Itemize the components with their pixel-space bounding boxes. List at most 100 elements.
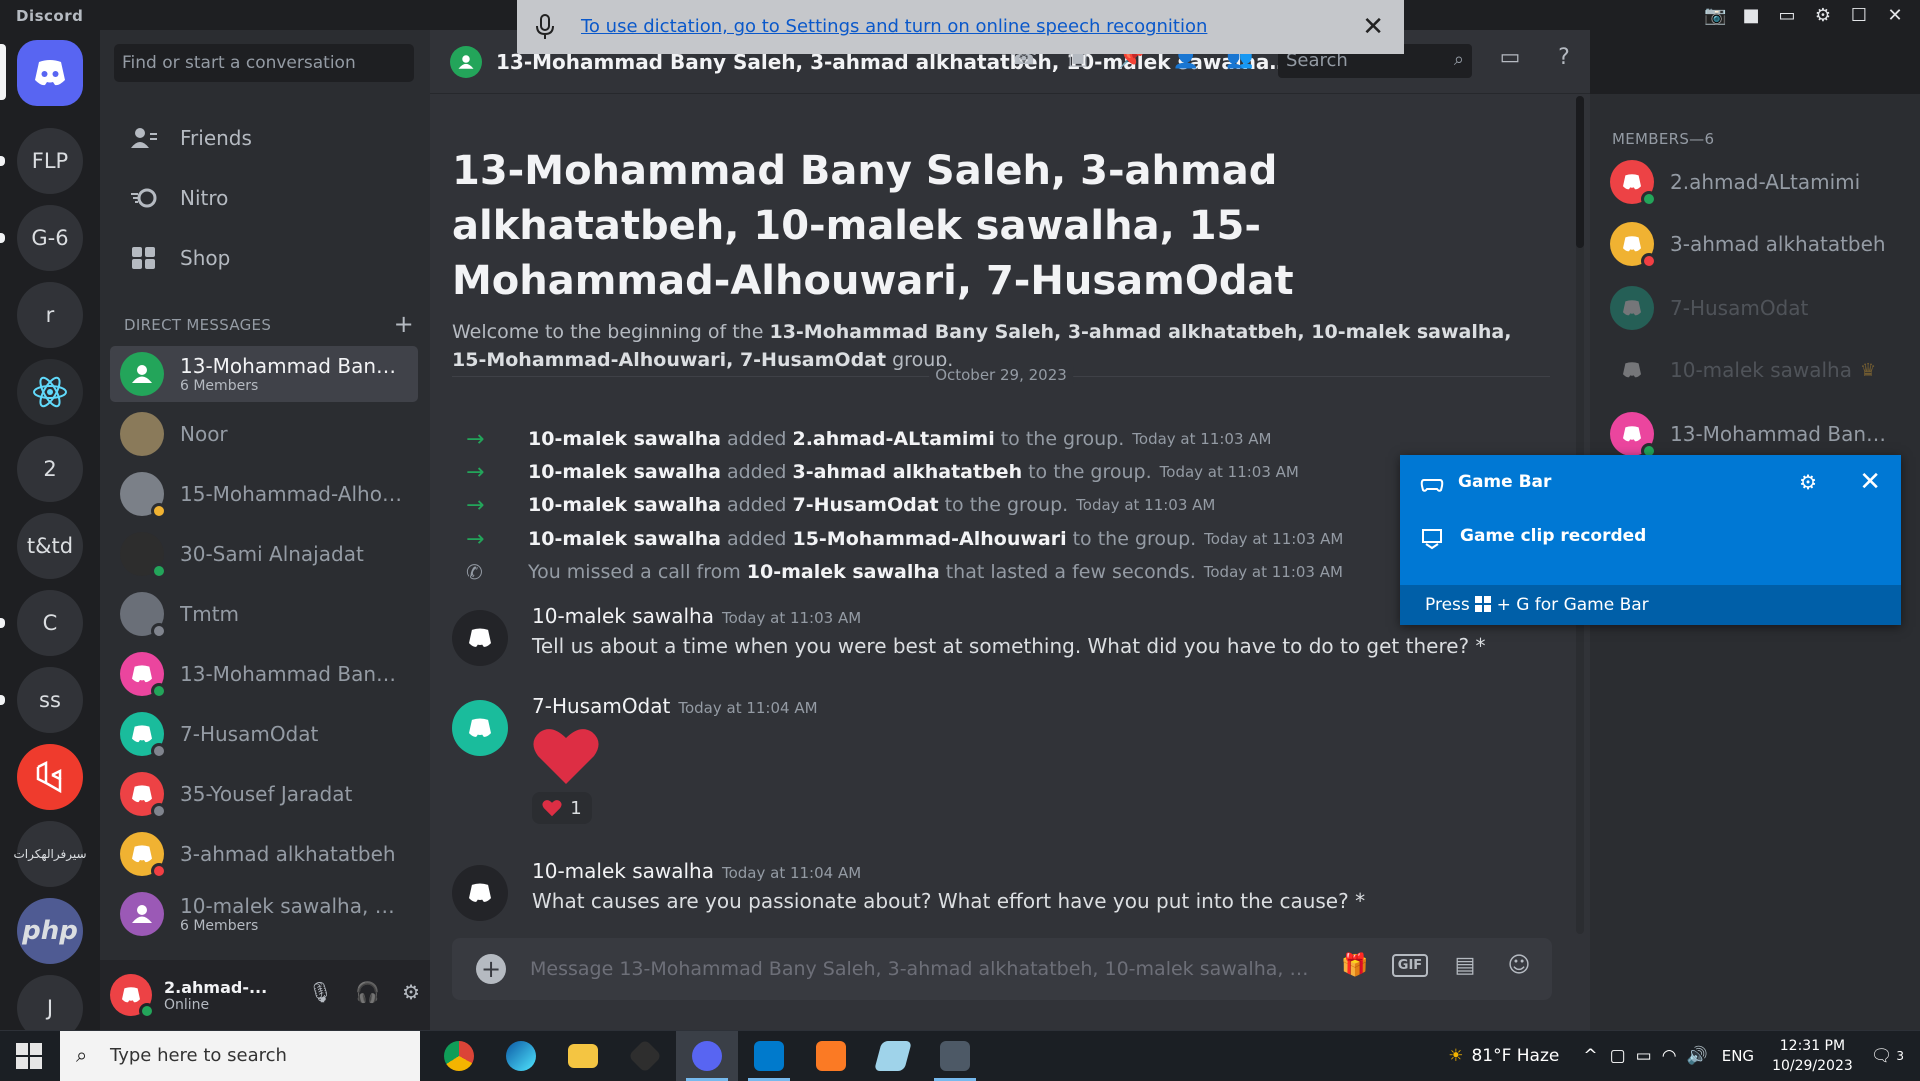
- git-kraken-icon[interactable]: [614, 1031, 676, 1081]
- game-clip-icon: [1422, 529, 1442, 550]
- volume-icon[interactable]: 🔊: [1687, 1046, 1708, 1066]
- online-status-dot: [151, 563, 167, 579]
- maximize-icon[interactable]: ☐: [1848, 5, 1870, 26]
- dm-item-sami[interactable]: 30-Sami Alnajadat: [110, 526, 418, 582]
- weather-icon[interactable]: ☀: [1448, 1046, 1463, 1066]
- dm-item-alhouwari[interactable]: 15-Mohammad-Alhouwari: [110, 466, 418, 522]
- system-actor[interactable]: 10-malek sawalha: [528, 428, 721, 450]
- message-avatar[interactable]: [452, 610, 508, 666]
- server-r[interactable]: r: [17, 282, 83, 348]
- message-author[interactable]: 10-malek sawalha: [532, 604, 714, 628]
- dictation-settings-link[interactable]: To use dictation, go to Settings and tur…: [581, 16, 1207, 37]
- video-icon[interactable]: ■: [1740, 5, 1762, 26]
- language-indicator[interactable]: ENG: [1722, 1047, 1754, 1065]
- clock[interactable]: 12:31 PM 10/29/2023: [1772, 1036, 1853, 1076]
- meet-now-icon[interactable]: ▢: [1610, 1046, 1626, 1066]
- chrome-icon[interactable]: [428, 1031, 490, 1081]
- scrollbar-thumb[interactable]: [1576, 96, 1584, 248]
- system-actor[interactable]: 10-malek sawalha: [528, 461, 721, 483]
- idle-status-dot: [151, 503, 167, 519]
- system-target[interactable]: 7-HusamOdat: [792, 494, 938, 516]
- missed-call-actor[interactable]: 10-malek sawalha: [747, 561, 940, 583]
- dm-item-alkhatatbeh[interactable]: 3-ahmad alkhatatbeh: [110, 826, 418, 882]
- wifi-icon[interactable]: ◠: [1662, 1046, 1677, 1066]
- dm-item-group-active[interactable]: 13-Mohammad Bany Saleh, 3-ahmad alkhatat…: [110, 346, 418, 402]
- server-2[interactable]: 2: [17, 436, 83, 502]
- close-icon[interactable]: ✕: [1362, 12, 1384, 42]
- create-dm-icon[interactable]: +: [394, 310, 414, 338]
- discord-logo-icon: [35, 60, 65, 86]
- heart-reaction[interactable]: 1: [532, 792, 592, 824]
- member-item[interactable]: 3-ahmad alkhatatbeh: [1610, 218, 1910, 270]
- sticker-icon[interactable]: ▤: [1448, 953, 1482, 978]
- notepad-icon[interactable]: [862, 1031, 924, 1081]
- add-attachment-icon[interactable]: +: [476, 954, 506, 984]
- gif-button[interactable]: GIF: [1392, 954, 1428, 977]
- server-hackers[interactable]: سيرفرالهكرات: [13, 821, 87, 887]
- discord-taskbar-icon[interactable]: [676, 1031, 738, 1081]
- game-bar-settings-icon[interactable]: ⚙: [1799, 470, 1817, 494]
- battery-icon[interactable]: ▭: [1636, 1046, 1652, 1066]
- gift-icon[interactable]: 🎁: [1338, 953, 1372, 978]
- system-actor[interactable]: 10-malek sawalha: [528, 494, 721, 516]
- emoji-icon[interactable]: ☺: [1502, 953, 1536, 978]
- close-window-icon[interactable]: ✕: [1884, 5, 1906, 26]
- server-ss[interactable]: ss: [17, 667, 83, 733]
- dm-item-noor[interactable]: Noor: [110, 406, 418, 462]
- gear-icon[interactable]: ⚙: [1812, 5, 1834, 26]
- dm-item-group-2[interactable]: 10-malek sawalha, 30-Sami Alnajadat 6 Me…: [110, 886, 418, 942]
- microphone-icon[interactable]: 🎙: [308, 980, 333, 1004]
- camera-icon[interactable]: 📷: [1704, 5, 1726, 26]
- notification-center-icon[interactable]: 🗨: [1871, 1046, 1893, 1066]
- nav-nitro[interactable]: Nitro: [114, 172, 416, 224]
- game-bar-title: Game Bar: [1458, 472, 1552, 492]
- find-conversation-input[interactable]: Find or start a conversation: [114, 44, 414, 82]
- system-actor[interactable]: 10-malek sawalha: [528, 528, 721, 550]
- taskbar-search-box[interactable]: ⌕ Type here to search: [60, 1031, 420, 1081]
- edge-icon[interactable]: [490, 1031, 552, 1081]
- message-composer[interactable]: + Message 13-Mohammad Bany Saleh, 3-ahma…: [452, 938, 1552, 1000]
- server-react[interactable]: [17, 359, 83, 425]
- message-avatar[interactable]: [452, 865, 508, 921]
- nav-friends[interactable]: Friends: [114, 112, 416, 164]
- dm-item-tmtm[interactable]: Tmtm: [110, 586, 418, 642]
- footer-suffix: + G for Game Bar: [1496, 595, 1649, 615]
- nav-shop[interactable]: Shop: [114, 232, 416, 284]
- member-item[interactable]: 13-Mohammad Bany Saleh: [1610, 408, 1910, 460]
- member-item[interactable]: 2.ahmad-ALtamimi: [1610, 156, 1910, 208]
- system-target[interactable]: 15-Mohammad-Alhouwari: [792, 528, 1066, 550]
- dm-item-yousef[interactable]: 35-Yousef Jaradat: [110, 766, 418, 822]
- dm-item-bany-saleh[interactable]: 13-Mohammad Bany Saleh: [110, 646, 418, 702]
- system-target[interactable]: 2.ahmad-ALtamimi: [792, 428, 994, 450]
- weather-text[interactable]: 81°F Haze: [1471, 1046, 1559, 1066]
- server-php[interactable]: php: [17, 898, 83, 964]
- server-flp[interactable]: FLP: [17, 128, 83, 194]
- screen-icon[interactable]: ▭: [1776, 5, 1798, 26]
- xampp-icon[interactable]: [800, 1031, 862, 1081]
- headphones-icon[interactable]: 🎧: [355, 980, 380, 1004]
- server-g6[interactable]: G-6: [17, 205, 83, 271]
- server-ttd[interactable]: t&td: [17, 513, 83, 579]
- member-item[interactable]: 10-malek sawalha ♛: [1610, 344, 1910, 396]
- chevron-up-icon[interactable]: ^: [1583, 1046, 1597, 1066]
- join-arrow-icon: →: [466, 526, 485, 552]
- close-icon[interactable]: ✕: [1859, 467, 1881, 497]
- message-author[interactable]: 7-HusamOdat: [532, 694, 670, 718]
- camera-app-icon[interactable]: [924, 1031, 986, 1081]
- home-button[interactable]: [17, 40, 83, 106]
- message-author[interactable]: 10-malek sawalha: [532, 859, 714, 883]
- help-icon[interactable]: ?: [1548, 45, 1580, 77]
- system-target[interactable]: 3-ahmad alkhatatbeh: [792, 461, 1022, 483]
- group-icon: [450, 45, 482, 78]
- file-explorer-icon[interactable]: [552, 1031, 614, 1081]
- user-avatar[interactable]: [110, 974, 155, 1019]
- inbox-icon[interactable]: ▭: [1494, 45, 1526, 77]
- message-avatar[interactable]: [452, 700, 508, 756]
- start-button[interactable]: [16, 1043, 42, 1069]
- server-laravel[interactable]: [17, 744, 83, 810]
- member-item[interactable]: 7-HusamOdat: [1610, 282, 1910, 334]
- dm-item-husam[interactable]: 7-HusamOdat: [110, 706, 418, 762]
- settings-gear-icon[interactable]: ⚙: [402, 980, 420, 1004]
- vscode-icon[interactable]: [738, 1031, 800, 1081]
- server-c[interactable]: C: [17, 590, 83, 656]
